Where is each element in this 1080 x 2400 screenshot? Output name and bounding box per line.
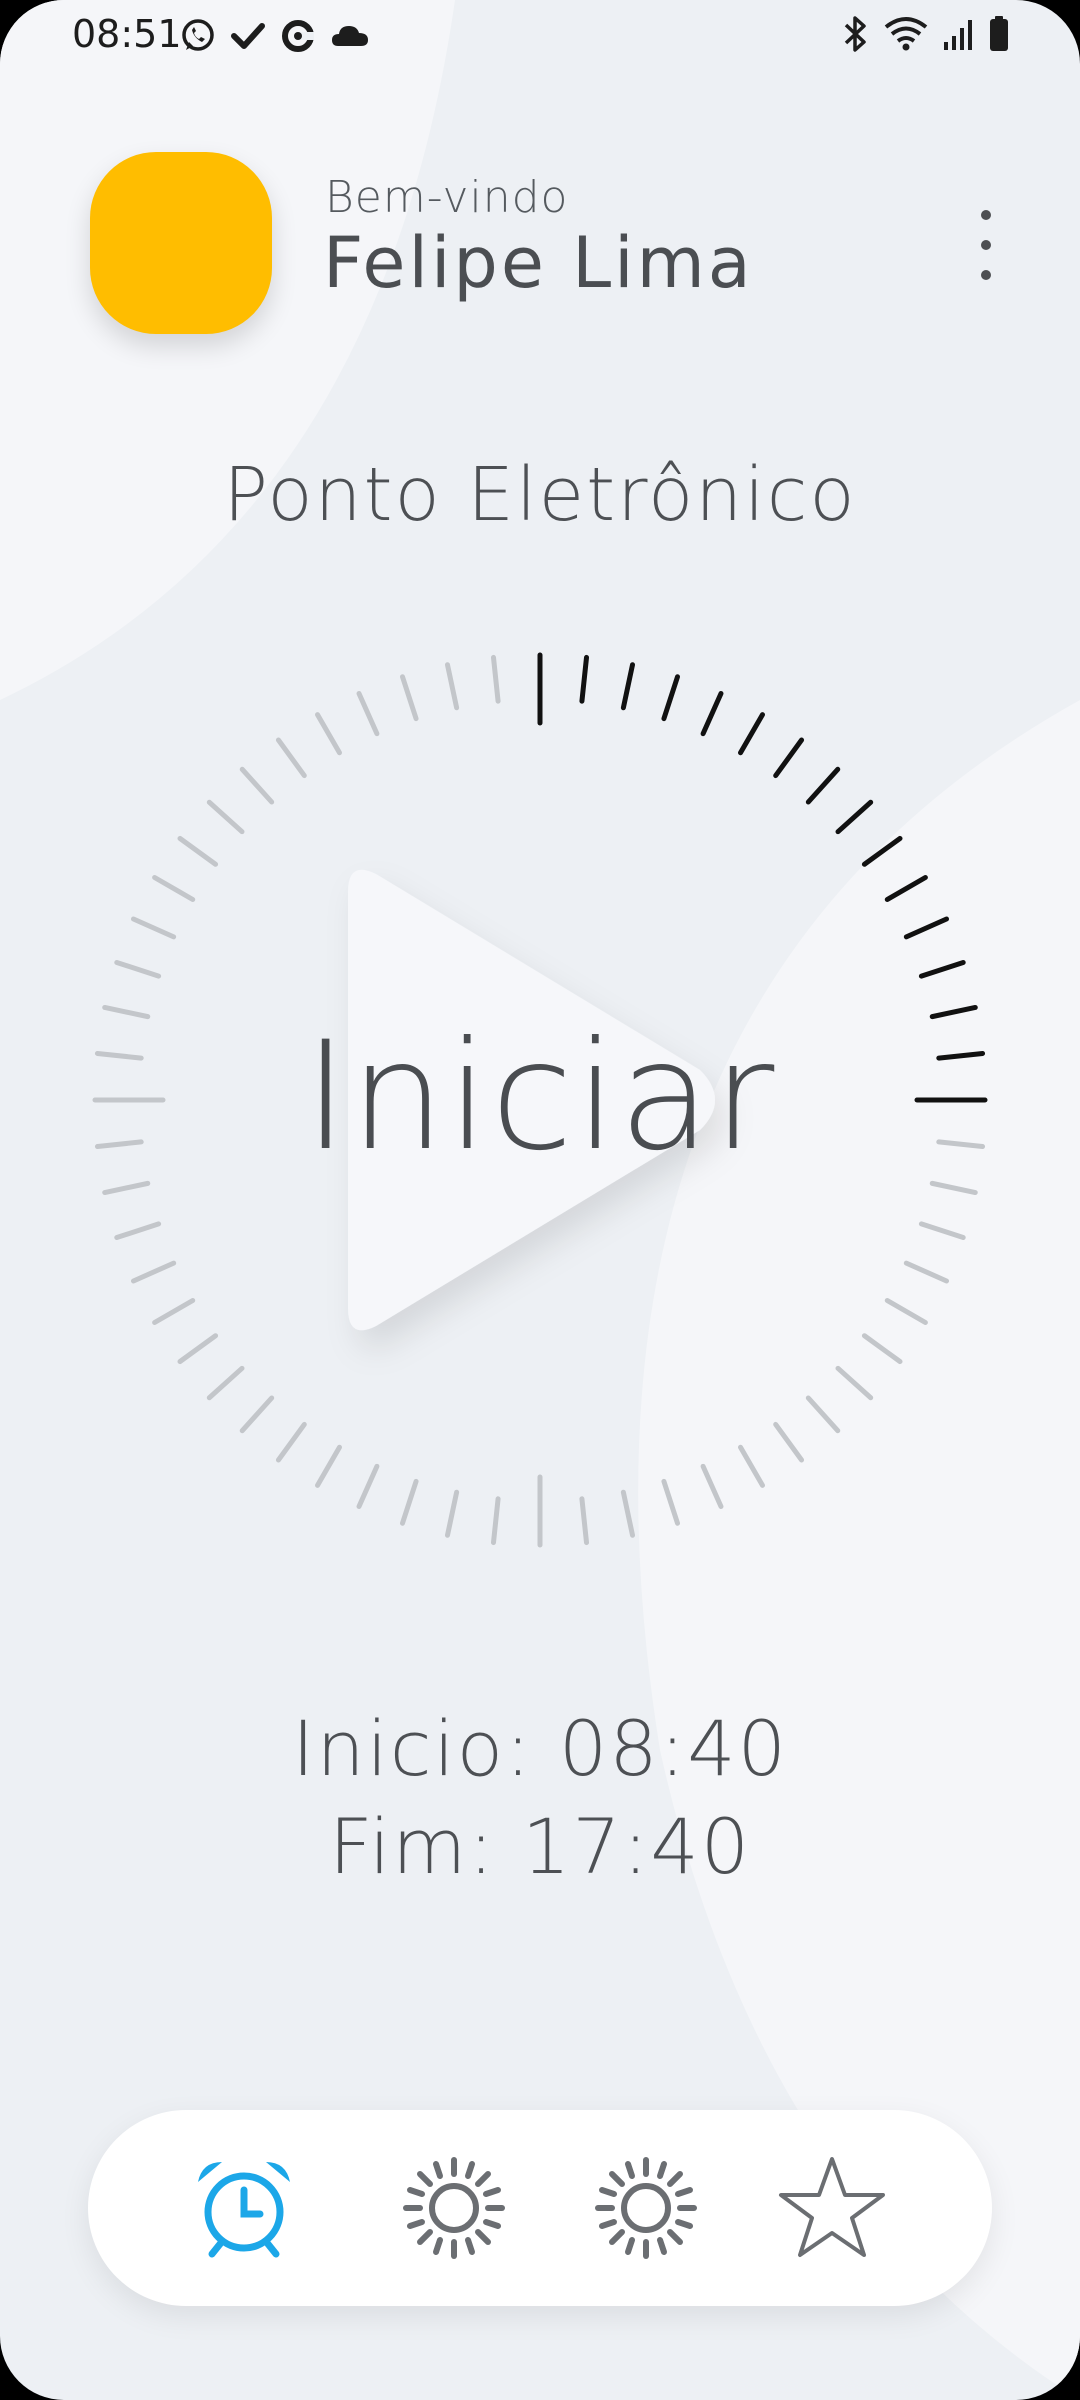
page-title: Ponto Eletrônico: [223, 452, 857, 538]
dial-tick: [700, 1463, 724, 1510]
welcome-label: Bem-vindo: [325, 172, 569, 223]
user-name: Felipe Lima: [323, 222, 754, 304]
sun-icon: [595, 2157, 697, 2259]
status-bar: 08:51: [0, 0, 1080, 72]
sun-icon: [403, 2157, 505, 2259]
dial-tick: [152, 875, 196, 902]
dial-tick: [114, 959, 162, 979]
dial-tick: [206, 1365, 245, 1401]
dial-tick: [884, 875, 928, 902]
dial-tick: [620, 1489, 636, 1538]
dial-tick: [114, 1221, 162, 1241]
schedule: Inicio: 08:40 Fim: 17:40: [0, 1700, 1080, 1896]
dial-tick: [861, 1333, 903, 1365]
dial-tick: [130, 1260, 177, 1284]
sync-icon: [282, 20, 314, 52]
dial-tick: [102, 1180, 151, 1196]
dial-tick: [130, 916, 177, 940]
dial-tick: [315, 712, 342, 756]
signal-icon: [944, 20, 972, 50]
bluetooth-icon: [844, 16, 866, 52]
dial-tick: [918, 959, 966, 979]
dial-tick: [444, 1489, 460, 1538]
dial-tick: [315, 1444, 342, 1488]
more-vert-icon[interactable]: [960, 210, 1012, 280]
nav-sun-1[interactable]: [394, 2148, 514, 2268]
dial-tick: [903, 916, 950, 940]
dial-tick: [918, 1221, 966, 1241]
dial-tick: [738, 1444, 765, 1488]
wifi-icon: [884, 17, 928, 51]
app-screen: 08:51 Bem-vindo Felipe Lima Ponto Eletrô…: [0, 0, 1080, 2400]
dial-tick: [399, 1478, 419, 1526]
dial-tick: [275, 737, 307, 779]
cloud-icon: [332, 26, 368, 46]
dial-tick: [239, 1395, 275, 1434]
dial-tick: [239, 766, 275, 805]
dial-tick: [773, 737, 805, 779]
nav-alarm[interactable]: [184, 2148, 304, 2268]
dial-tick: [620, 662, 636, 711]
end-time: Fim: 17:40: [328, 1802, 752, 1891]
dial-tick: [661, 674, 681, 722]
dial-tick: [579, 654, 590, 704]
dial-tick: [903, 1260, 950, 1284]
dial-tick: [861, 835, 903, 867]
dial-tick: [700, 690, 724, 737]
dial-tick: [835, 1365, 874, 1401]
dial-tick: [579, 1496, 590, 1546]
dial-tick: [356, 690, 380, 737]
alarm-clock-icon: [198, 2162, 290, 2258]
dial-tick: [275, 1421, 307, 1463]
star-icon: [779, 2157, 885, 2257]
dial-tick: [177, 1333, 219, 1365]
dial-tick: [490, 654, 501, 704]
dial-tick: [738, 712, 765, 756]
dial-tick: [206, 799, 245, 835]
dial-tick: [835, 799, 874, 835]
check-icon: [231, 23, 265, 49]
start-time: Inicio: 08:40: [292, 1704, 788, 1793]
bottom-nav: [88, 2110, 992, 2306]
dial-tick: [661, 1478, 681, 1526]
avatar[interactable]: [90, 152, 272, 334]
dial-tick: [929, 1180, 978, 1196]
nav-favorites[interactable]: [772, 2148, 892, 2268]
dial-tick: [490, 1496, 501, 1546]
dial-tick: [177, 835, 219, 867]
dial-tick: [805, 1395, 841, 1434]
start-button[interactable]: Iniciar: [0, 1010, 1080, 1184]
dial-tick: [444, 662, 460, 711]
nav-sun-2[interactable]: [586, 2148, 706, 2268]
status-time: 08:51: [72, 12, 182, 56]
whatsapp-icon: [182, 19, 214, 51]
dial-tick: [152, 1298, 196, 1325]
dial-tick: [884, 1298, 928, 1325]
dial-tick: [356, 1463, 380, 1510]
dial-tick: [773, 1421, 805, 1463]
dial-tick: [399, 674, 419, 722]
dial-tick: [805, 766, 841, 805]
battery-icon: [990, 16, 1008, 51]
